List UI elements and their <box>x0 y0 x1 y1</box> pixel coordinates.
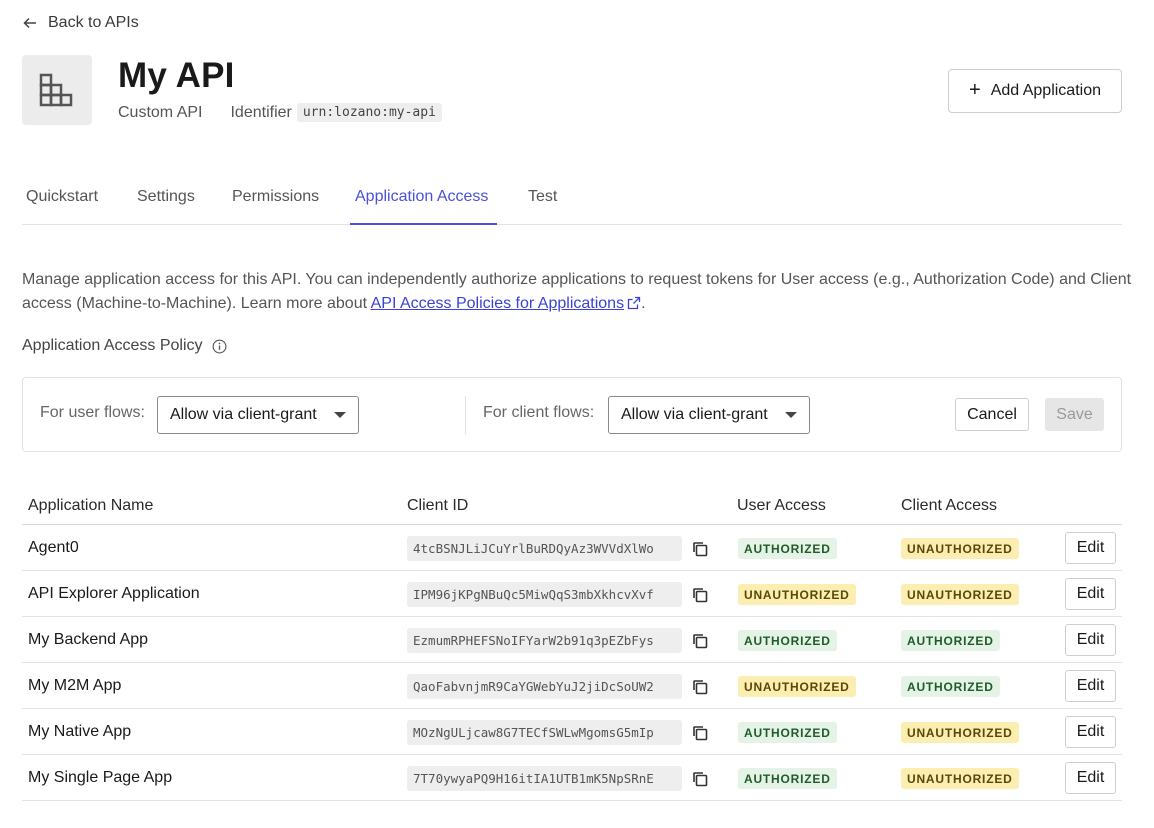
api-type: Custom API <box>118 103 203 121</box>
identifier-value: urn:lozano:my-api <box>296 103 442 122</box>
header-application-name: Application Name <box>28 497 154 514</box>
client-flows-label: For client flows: <box>483 404 595 421</box>
user-access-badge: UNAUTHORIZED <box>738 676 856 697</box>
header-client-access: Client Access <box>901 497 998 514</box>
chevron-down-icon <box>785 412 797 418</box>
copy-icon[interactable] <box>691 632 709 650</box>
application-name: My M2M App <box>28 677 122 694</box>
arrow-left-icon <box>23 17 36 29</box>
edit-button[interactable]: Edit <box>1065 532 1116 564</box>
edit-button[interactable]: Edit <box>1065 670 1116 702</box>
tab-settings[interactable]: Settings <box>133 188 199 225</box>
copy-icon[interactable] <box>691 678 709 696</box>
info-icon[interactable] <box>212 339 227 354</box>
add-application-label: Add Application <box>990 82 1101 99</box>
table-row: Agent0 4tcBSNJLiJCuYrlBuRDQyAz3WVVdXlWo AU… <box>22 525 1122 571</box>
copy-icon[interactable] <box>691 586 709 604</box>
client-access-badge: UNAUTHORIZED <box>901 768 1019 789</box>
user-flows-label: For user flows: <box>40 404 145 421</box>
back-label: Back to APIs <box>48 14 139 31</box>
user-access-badge: UNAUTHORIZED <box>738 584 856 605</box>
client-flows-value: Allow via client-grant <box>621 406 768 423</box>
tab-bar: Quickstart Settings Permissions Applicat… <box>22 180 1122 225</box>
add-application-button[interactable]: + Add Application <box>948 69 1122 113</box>
external-link-icon <box>627 296 641 310</box>
chevron-down-icon <box>334 412 346 418</box>
divider <box>465 396 466 434</box>
client-flows-select[interactable]: Allow via client-grant <box>608 396 810 434</box>
client-id-value: IPM96jKPgNBuQc5MiwQqS3mbXkhcvXvf <box>407 582 682 607</box>
applications-table: Application Name Client ID User Access C… <box>22 486 1122 801</box>
user-access-badge: AUTHORIZED <box>738 630 837 651</box>
client-id-value: 7T70ywyaPQ9H16itIA1UTB1mK5NpSRnE <box>407 766 682 791</box>
client-id-value: MOzNgULjcaw8G7TECfSWLwMgomsG5mIp <box>407 720 682 745</box>
table-header: Application Name Client ID User Access C… <box>22 486 1122 525</box>
client-access-badge: AUTHORIZED <box>901 676 1000 697</box>
description: Manage application access for this API. … <box>22 268 1132 316</box>
table-row: My M2M App QaoFabvnjmR9CaYGWebYuJ2jiDcSoU… <box>22 663 1122 709</box>
edit-button[interactable]: Edit <box>1065 578 1116 610</box>
policy-label: Application Access Policy <box>22 337 203 354</box>
description-suffix: . <box>641 295 646 312</box>
back-to-apis-link[interactable]: Back to APIs <box>22 14 139 32</box>
plus-icon: + <box>969 79 981 101</box>
save-button[interactable]: Save <box>1045 398 1104 431</box>
copy-icon[interactable] <box>691 770 709 788</box>
edit-button[interactable]: Edit <box>1065 762 1116 794</box>
client-id-value: EzmumRPHEFSNoIFYarW2b91q3pEZbFys <box>407 628 682 653</box>
client-access-badge: UNAUTHORIZED <box>901 538 1019 559</box>
identifier-label: Identifier <box>230 103 292 121</box>
building-icon <box>39 73 73 107</box>
edit-button[interactable]: Edit <box>1065 624 1116 656</box>
tab-test[interactable]: Test <box>524 188 561 225</box>
api-access-policies-link[interactable]: API Access Policies for Applications <box>371 295 641 312</box>
copy-icon[interactable] <box>691 540 709 558</box>
application-name: My Native App <box>28 723 132 740</box>
tab-quickstart[interactable]: Quickstart <box>22 188 102 225</box>
user-access-badge: AUTHORIZED <box>738 768 837 789</box>
table-row: My Single Page App 7T70ywyaPQ9H16itIA1UTB… <box>22 755 1122 801</box>
api-subtitle: Custom API Identifier urn:lozano:my-api <box>118 103 442 122</box>
application-name: My Single Page App <box>28 769 173 786</box>
table-row: API Explorer Application IPM96jKPgNBuQc5M… <box>22 571 1122 617</box>
link-label: API Access Policies for Applications <box>370 295 625 312</box>
user-flows-select[interactable]: Allow via client-grant <box>157 396 359 434</box>
cancel-button[interactable]: Cancel <box>955 398 1029 431</box>
api-avatar <box>22 55 92 125</box>
application-name: My Backend App <box>28 631 149 648</box>
copy-icon[interactable] <box>691 724 709 742</box>
client-access-badge: UNAUTHORIZED <box>901 584 1019 605</box>
client-id-value: QaoFabvnjmR9CaYGWebYuJ2jiDcSoUW2 <box>407 674 682 699</box>
application-name: Agent0 <box>28 539 79 556</box>
table-row: My Backend App EzmumRPHEFSNoIFYarW2b91q3p… <box>22 617 1122 663</box>
application-name: API Explorer Application <box>28 585 200 602</box>
header-user-access: User Access <box>737 497 826 514</box>
policy-panel: For user flows: Allow via client-grant F… <box>22 377 1122 452</box>
edit-button[interactable]: Edit <box>1065 716 1116 748</box>
user-access-badge: AUTHORIZED <box>738 722 837 743</box>
tab-permissions[interactable]: Permissions <box>228 188 323 225</box>
header-client-id: Client ID <box>407 497 469 514</box>
user-access-badge: AUTHORIZED <box>738 538 837 559</box>
client-id-value: 4tcBSNJLiJCuYrlBuRDQyAz3WVVdXlWo <box>407 536 682 561</box>
tab-application-access[interactable]: Application Access <box>350 188 497 225</box>
table-body: Agent0 4tcBSNJLiJCuYrlBuRDQyAz3WVVdXlWo AU… <box>22 525 1122 801</box>
page-title: My API <box>118 56 235 95</box>
table-row: My Native App MOzNgULjcaw8G7TECfSWLwMgoms… <box>22 709 1122 755</box>
policy-heading: Application Access Policy <box>22 337 227 355</box>
client-access-badge: AUTHORIZED <box>901 630 1000 651</box>
user-flows-value: Allow via client-grant <box>170 406 317 423</box>
client-access-badge: UNAUTHORIZED <box>901 722 1019 743</box>
